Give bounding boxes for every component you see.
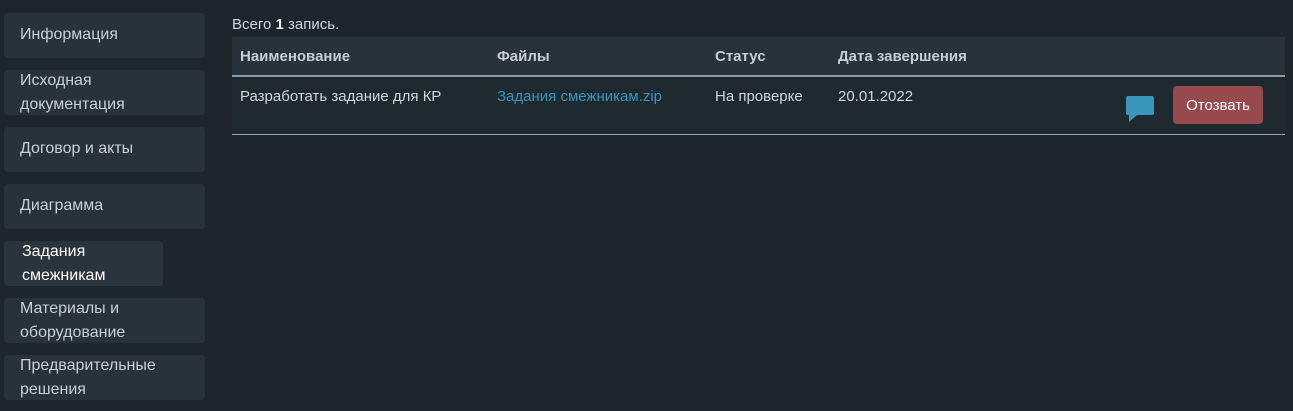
records-summary: Всего 1 запись. — [232, 14, 1285, 36]
cell-files: Задания смежникам.zip — [489, 76, 707, 134]
column-header-files[interactable]: Файлы — [489, 37, 707, 77]
sidebar-item-label: Исходная — [20, 71, 92, 89]
sidebar-item-label: документация — [20, 95, 125, 113]
sidebar-item-label: оборудование — [20, 323, 126, 341]
sidebar-item-info[interactable]: Информация — [4, 13, 205, 58]
tasks-table: Наименование Файлы Статус Дата завершени… — [232, 37, 1285, 135]
column-header-actions — [1050, 37, 1285, 77]
comment-icon[interactable] — [1125, 93, 1155, 123]
sidebar-item-source-docs[interactable]: Исходная документация — [4, 70, 205, 115]
sidebar-item-label: Информация — [20, 26, 118, 43]
table-header-row: Наименование Файлы Статус Дата завершени… — [232, 37, 1285, 77]
summary-prefix: Всего — [232, 16, 272, 33]
sidebar-item-label: решения — [20, 380, 86, 398]
column-header-name[interactable]: Наименование — [232, 37, 489, 77]
cell-end-date: 20.01.2022 — [838, 88, 914, 105]
sidebar-item-materials[interactable]: Материалы и оборудование — [4, 298, 205, 343]
sidebar-item-label: Задания — [22, 242, 86, 260]
sidebar-item-diagram[interactable]: Диаграмма — [4, 184, 205, 229]
sidebar: Информация Исходная документация Договор… — [4, 13, 205, 411]
file-link[interactable]: Задания смежникам.zip — [497, 88, 662, 105]
summary-suffix: запись. — [288, 16, 340, 33]
cell-actions: Отозвать — [1050, 76, 1285, 134]
sidebar-item-label: смежникам — [22, 266, 106, 284]
sidebar-item-label: Материалы и — [20, 299, 120, 317]
sidebar-item-label: Диаграмма — [20, 197, 104, 214]
recall-button[interactable]: Отозвать — [1173, 86, 1263, 124]
summary-count: 1 — [275, 16, 284, 33]
main-content: Всего 1 запись. Наименование Файлы Стату… — [232, 14, 1285, 135]
table-row: Разработать задание для КР Задания смежн… — [232, 76, 1285, 134]
sidebar-item-preliminary[interactable]: Предварительные решения — [4, 355, 205, 400]
sidebar-item-related-tasks[interactable]: Задания смежникам — [4, 241, 163, 286]
app-root: Информация Исходная документация Договор… — [0, 0, 1293, 411]
sidebar-item-label: Предварительные — [20, 356, 156, 374]
row-actions: Отозвать — [1125, 86, 1263, 124]
cell-status: На проверке — [715, 88, 803, 105]
sidebar-item-contract[interactable]: Договор и акты — [4, 127, 205, 172]
sidebar-item-label: Договор и акты — [20, 140, 134, 157]
cell-name: Разработать задание для КР — [240, 88, 442, 105]
column-header-status[interactable]: Статус — [707, 37, 830, 77]
column-header-end-date[interactable]: Дата завершения — [830, 37, 1050, 77]
